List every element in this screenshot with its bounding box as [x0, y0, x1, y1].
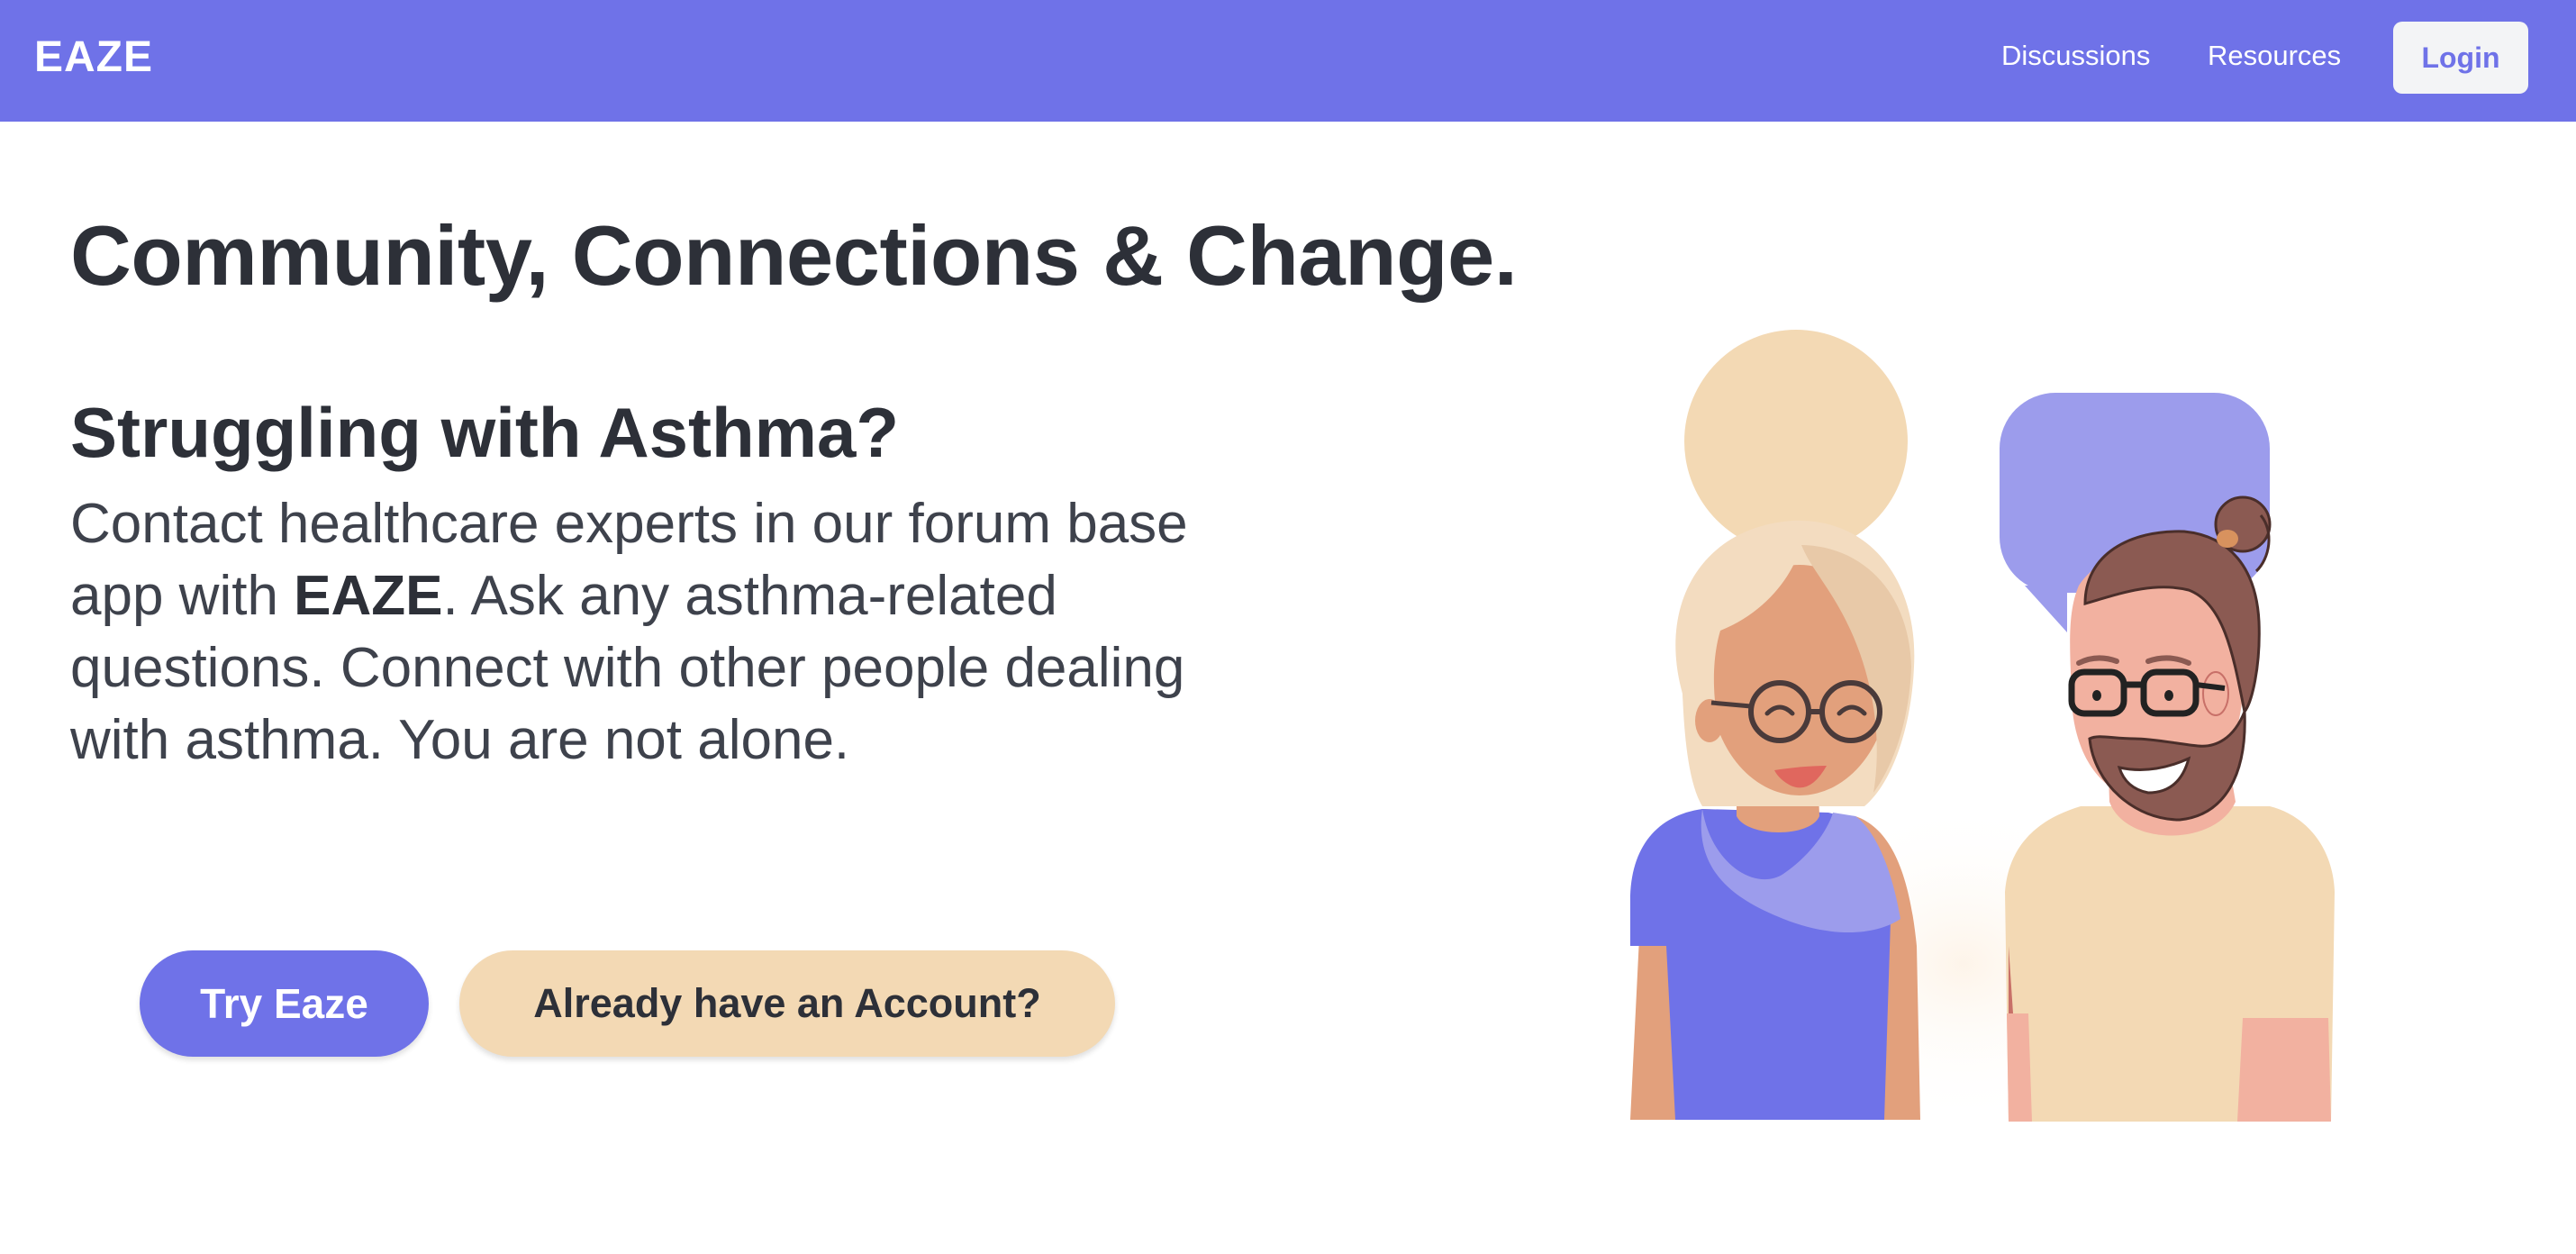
top-navbar: EAZE Discussions Resources Login	[0, 0, 2576, 122]
hero-description: Contact healthcare experts in our forum …	[70, 488, 1214, 777]
login-button[interactable]: Login	[2393, 22, 2528, 94]
already-have-account-button[interactable]: Already have an Account?	[459, 950, 1115, 1057]
brand-logo[interactable]: EAZE	[34, 32, 153, 83]
description-brand: EAZE	[294, 565, 443, 627]
hero-subheadline: Struggling with Asthma?	[70, 393, 900, 472]
two-people-chatting-illustration	[1630, 330, 2335, 1126]
try-eaze-button[interactable]: Try Eaze	[140, 950, 429, 1057]
hero-headline: Community, Connections & Change.	[70, 208, 1518, 303]
nav-link-resources[interactable]: Resources	[2208, 38, 2341, 74]
nav-link-discussions[interactable]: Discussions	[2001, 38, 2150, 74]
